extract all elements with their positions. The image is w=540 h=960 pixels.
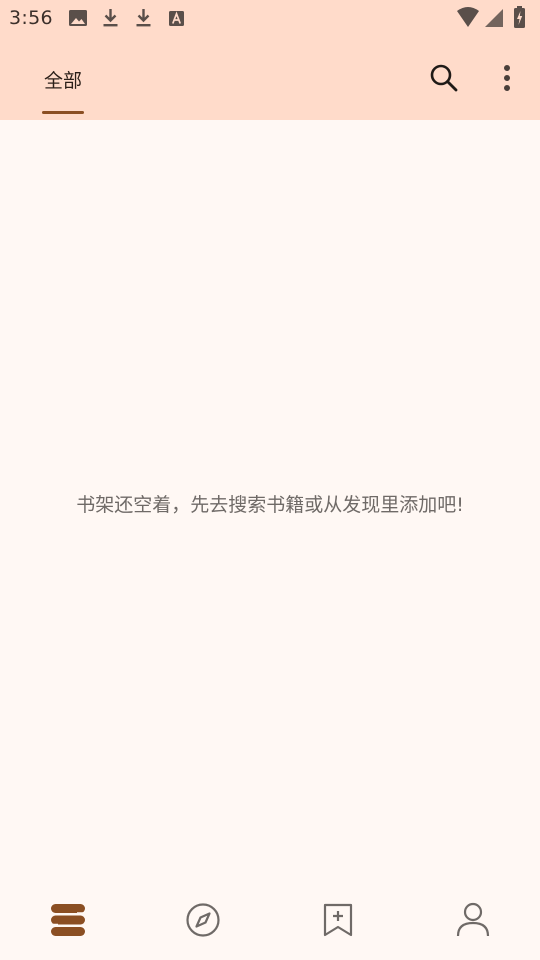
bottom-navigation (0, 880, 540, 960)
download-icon (136, 9, 151, 27)
download-icon (103, 9, 118, 27)
bookmark-add-icon (323, 903, 352, 937)
tab-all[interactable]: 全部 (42, 36, 84, 114)
cell-signal-icon (485, 9, 503, 27)
empty-bookshelf-message: 书架还空着，先去搜索书籍或从发现里添加吧! (76, 494, 464, 516)
app-bar: 全部 (0, 36, 540, 120)
status-time: 3:56 (9, 7, 53, 29)
image-icon (69, 10, 87, 26)
nav-explore[interactable] (135, 880, 270, 960)
tab-indicator (42, 111, 84, 114)
more-vert-icon (504, 65, 510, 91)
battery-charging-icon (514, 6, 525, 28)
tab-label: 全部 (43, 70, 82, 92)
person-icon (456, 902, 489, 937)
wifi-icon (457, 7, 479, 27)
system-icons (456, 6, 532, 30)
search-icon (430, 64, 458, 92)
notification-icons (68, 8, 188, 28)
status-bar: 3:56 (0, 0, 540, 36)
bookshelf-icon (50, 904, 85, 936)
font-icon (169, 11, 184, 26)
search-button[interactable] (420, 54, 468, 102)
nav-bookshelf[interactable] (0, 880, 135, 960)
compass-icon (185, 903, 220, 937)
nav-bookmarks[interactable] (270, 880, 405, 960)
more-options-button[interactable] (483, 54, 531, 102)
nav-profile[interactable] (405, 880, 540, 960)
